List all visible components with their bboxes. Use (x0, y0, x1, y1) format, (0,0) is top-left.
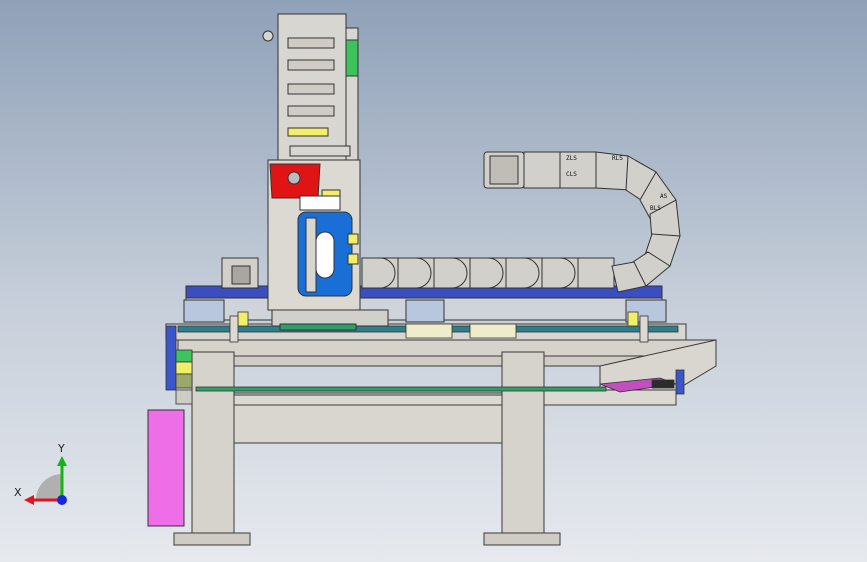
chain-label-1: ZLS (566, 155, 577, 162)
axis-triad: Y X (14, 442, 67, 505)
cad-viewport: ZLS RLS CLS BLS AS Y X (14, 13, 717, 546)
triad-y-label: Y (57, 442, 65, 455)
chain-label-5: AS (660, 193, 668, 200)
magenta-control-panel (147, 409, 185, 527)
machine-base-frame (165, 323, 717, 546)
chain-label-4: BLS (650, 205, 661, 212)
cable-chain-horizontal (361, 257, 615, 289)
triad-plane (36, 474, 62, 500)
chain-label-2: RLS (612, 155, 623, 162)
triad-x-label: X (14, 486, 22, 499)
chain-label-3: CLS (566, 171, 577, 178)
